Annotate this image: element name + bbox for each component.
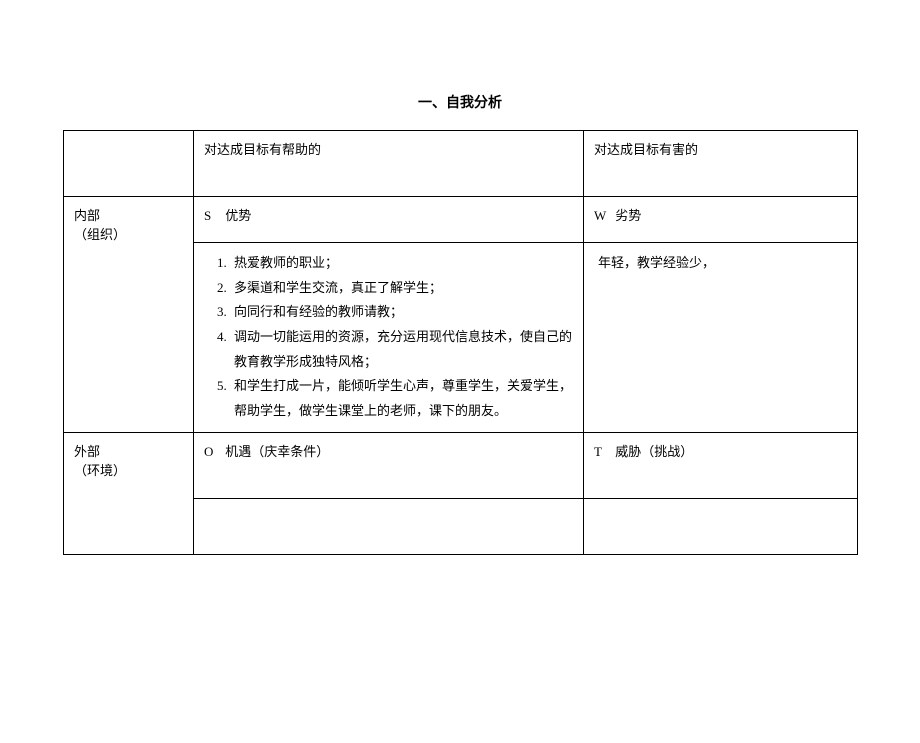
o-label: 机遇（庆幸条件） <box>225 444 329 459</box>
internal-label-line1: 内部 <box>74 208 100 223</box>
header-helpful-cell: 对达成目标有帮助的 <box>194 131 584 197</box>
strengths-list: 热爱教师的职业； 多渠道和学生交流，真正了解学生； 向同行和有经验的教师请教； … <box>204 251 573 424</box>
s-label: 优势 <box>225 208 251 223</box>
weaknesses-text: 年轻，教学经验少， <box>594 251 847 276</box>
threats-body-cell <box>584 498 858 554</box>
page-title: 一、自我分析 <box>0 92 920 112</box>
header-harmful-cell: 对达成目标有害的 <box>584 131 858 197</box>
swot-table: 对达成目标有帮助的 对达成目标有害的 内部 （组织） S 优势 W 劣势 热爱教… <box>63 130 858 555</box>
list-item: 和学生打成一片，能倾听学生心声，尊重学生，关爱学生，帮助学生，做学生课堂上的老师… <box>230 374 573 423</box>
o-letter: O <box>204 444 222 460</box>
s-letter: S <box>204 208 222 224</box>
w-letter: W <box>594 208 612 224</box>
list-item: 向同行和有经验的教师请教； <box>230 300 573 325</box>
internal-label-line2: （组织） <box>74 227 126 242</box>
opportunities-body-cell <box>194 498 584 554</box>
external-head-row: 外部 （环境） O 机遇（庆幸条件） T 威胁（挑战） <box>64 432 858 498</box>
internal-head-row: 内部 （组织） S 优势 W 劣势 <box>64 197 858 243</box>
external-label-cell: 外部 （环境） <box>64 432 194 554</box>
external-label-line1: 外部 <box>74 444 100 459</box>
internal-label-cell: 内部 （组织） <box>64 197 194 433</box>
weaknesses-body-cell: 年轻，教学经验少， <box>584 243 858 433</box>
external-label-line2: （环境） <box>74 463 126 478</box>
list-item: 多渠道和学生交流，真正了解学生； <box>230 276 573 301</box>
header-row: 对达成目标有帮助的 对达成目标有害的 <box>64 131 858 197</box>
opportunities-head-cell: O 机遇（庆幸条件） <box>194 432 584 498</box>
threats-head-cell: T 威胁（挑战） <box>584 432 858 498</box>
t-label: 威胁（挑战） <box>615 444 693 459</box>
strengths-body-cell: 热爱教师的职业； 多渠道和学生交流，真正了解学生； 向同行和有经验的教师请教； … <box>194 243 584 433</box>
list-item: 调动一切能运用的资源，充分运用现代信息技术，使自己的教育教学形成独特风格； <box>230 325 573 374</box>
t-letter: T <box>594 444 612 460</box>
list-item: 热爱教师的职业； <box>230 251 573 276</box>
header-empty-cell <box>64 131 194 197</box>
w-label: 劣势 <box>615 208 641 223</box>
strengths-head-cell: S 优势 <box>194 197 584 243</box>
weaknesses-head-cell: W 劣势 <box>584 197 858 243</box>
